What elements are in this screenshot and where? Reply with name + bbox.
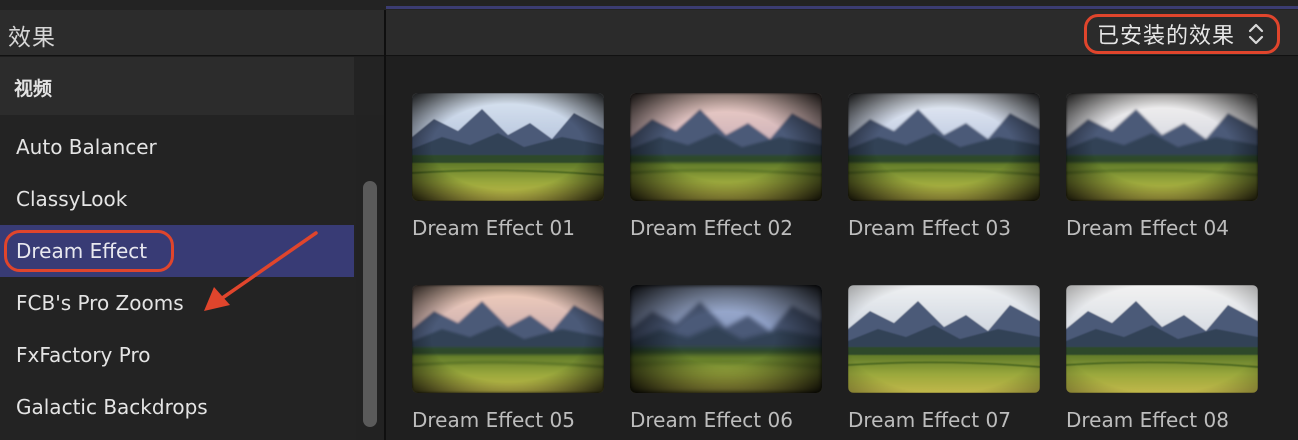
effect-label: Dream Effect 01 <box>412 216 575 240</box>
category-label: Auto Balancer <box>16 135 157 159</box>
effect-thumbnail[interactable] <box>412 285 604 393</box>
effect-label: Dream Effect 06 <box>630 408 793 432</box>
browser-header: 已安装的效果 <box>386 10 1298 56</box>
effect-thumbnail[interactable] <box>848 285 1040 393</box>
category-item-auto-balancer[interactable]: Auto Balancer <box>0 121 354 173</box>
annotation-highlight-ring <box>4 230 174 272</box>
mountain-landscape-image <box>630 285 822 393</box>
effects-browser: Dream Effect 01 Dream Effect 02 Dream Ef… <box>386 57 1298 440</box>
effects-header: 效果 <box>0 10 384 56</box>
mountain-landscape-image <box>1066 285 1258 393</box>
top-accent-line <box>386 6 1298 9</box>
effect-label: Dream Effect 07 <box>848 408 1011 432</box>
section-label: 视频 <box>14 78 53 100</box>
mountain-landscape-image <box>630 93 822 201</box>
effect-tile[interactable]: Dream Effect 07 <box>848 285 1040 432</box>
effect-tile[interactable]: Dream Effect 01 <box>412 93 604 240</box>
effect-thumbnail[interactable] <box>1066 285 1258 393</box>
effect-tile[interactable]: Dream Effect 05 <box>412 285 604 432</box>
category-label: FCB's Pro Zooms <box>16 291 184 315</box>
category-item-fxfactory-pro[interactable]: FxFactory Pro <box>0 329 354 381</box>
sidebar-scrollbar[interactable] <box>363 181 377 427</box>
effect-thumbnail[interactable] <box>630 285 822 393</box>
updown-chevron-icon <box>1248 23 1264 45</box>
effect-thumbnail[interactable] <box>630 93 822 201</box>
effect-tile[interactable]: Dream Effect 02 <box>630 93 822 240</box>
effect-tile[interactable]: Dream Effect 06 <box>630 285 822 432</box>
effect-tile[interactable]: Dream Effect 03 <box>848 93 1040 240</box>
effect-tile[interactable]: Dream Effect 08 <box>1066 285 1258 432</box>
effect-thumbnail[interactable] <box>848 93 1040 201</box>
panel-title: 效果 <box>8 25 56 51</box>
effect-label: Dream Effect 02 <box>630 216 793 240</box>
mountain-landscape-image <box>412 285 604 393</box>
effect-label: Dream Effect 03 <box>848 216 1011 240</box>
category-label: Galactic Backdrops <box>16 395 208 419</box>
effect-thumbnail[interactable] <box>412 93 604 201</box>
category-label: ClassyLook <box>16 187 128 211</box>
filter-label: 已安装的效果 <box>1096 24 1235 49</box>
category-label: FxFactory Pro <box>16 343 151 367</box>
window-top-bar <box>0 0 1298 10</box>
effect-thumbnail[interactable] <box>1066 93 1258 201</box>
mountain-landscape-image <box>848 93 1040 201</box>
mountain-landscape-image <box>1066 93 1258 201</box>
mountain-landscape-image <box>412 93 604 201</box>
effect-label: Dream Effect 05 <box>412 408 575 432</box>
effect-tile[interactable]: Dream Effect 04 <box>1066 93 1258 240</box>
effects-sidebar: 视频 Auto Balancer ClassyLook Dream Effect… <box>0 57 384 440</box>
effect-label: Dream Effect 04 <box>1066 216 1229 240</box>
section-video[interactable]: 视频 <box>0 57 354 115</box>
effect-label: Dream Effect 08 <box>1066 408 1229 432</box>
category-item-galactic-backdrops[interactable]: Galactic Backdrops <box>0 381 354 433</box>
installed-effects-popup[interactable]: 已安装的效果 <box>1083 14 1280 54</box>
category-item-classylook[interactable]: ClassyLook <box>0 173 354 225</box>
annotation-arrow-icon <box>204 231 318 311</box>
mountain-landscape-image <box>848 285 1040 393</box>
